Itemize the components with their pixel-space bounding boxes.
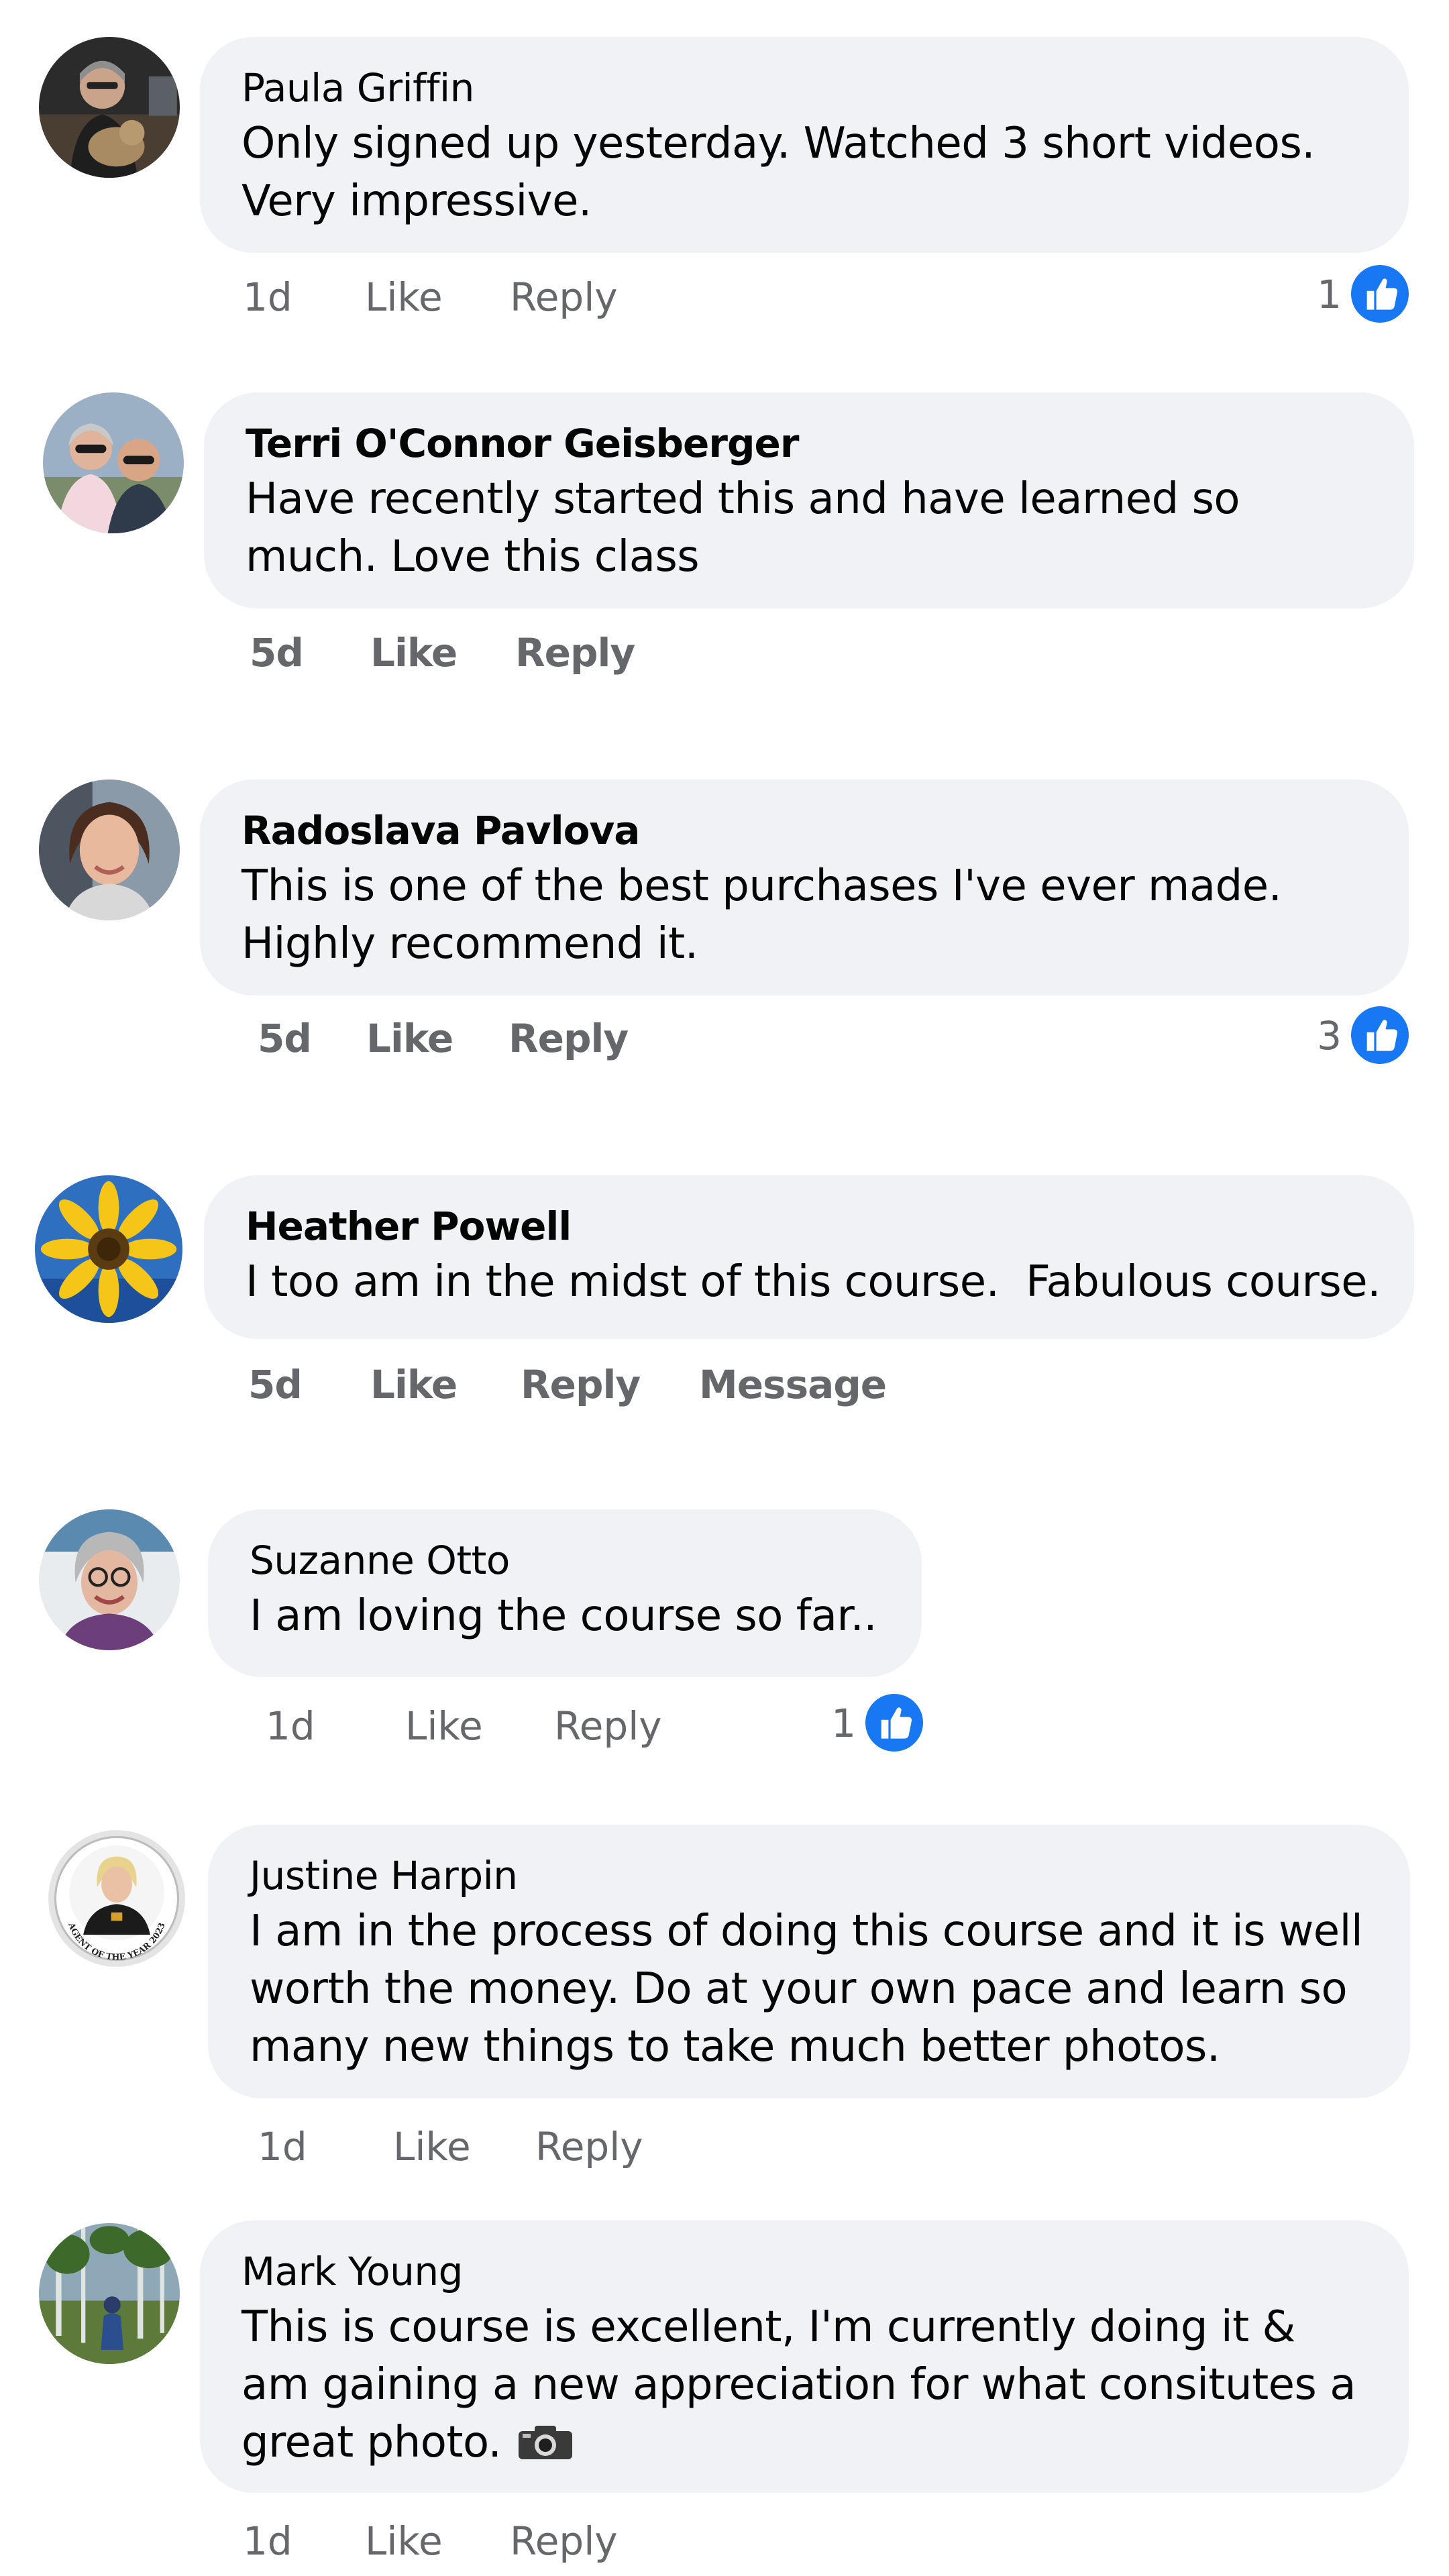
person-with-dog-avatar-icon [39, 37, 180, 178]
reply-button[interactable]: Reply [521, 1358, 641, 1411]
avatar[interactable]: AGENT OF THE YEAR 2023 [47, 1829, 186, 1968]
comment-actions: 1d Like Reply [258, 2120, 727, 2174]
comment-author[interactable]: Paula Griffin [241, 61, 1368, 115]
reaction-count: 1 [831, 1701, 856, 1746]
woman-glasses-avatar-icon [39, 1509, 180, 1650]
comment-text: Only signed up yesterday. Watched 3 shor… [241, 119, 1316, 226]
like-button[interactable]: Like [405, 1699, 483, 1753]
avatar[interactable] [39, 37, 180, 178]
comment-author[interactable]: Heather Powell [246, 1199, 1374, 1253]
reply-button[interactable]: Reply [515, 626, 635, 680]
comment-actions: 5d Like Reply [250, 626, 652, 680]
avatar[interactable] [39, 2223, 180, 2364]
like-button[interactable]: Like [366, 1012, 453, 1065]
comment-text: I am loving the course so far.. [250, 1591, 877, 1641]
comment-actions: 1d Like Reply [266, 1699, 735, 1753]
comment-author[interactable]: Terri O'Connor Geisberger [246, 417, 1374, 470]
like-reaction-icon [1351, 1006, 1409, 1064]
like-button[interactable]: Like [393, 2120, 471, 2174]
comment-actions: 5d Like Reply Message [248, 1358, 919, 1411]
avatar[interactable] [43, 392, 184, 533]
reaction-summary[interactable]: 3 [1275, 1006, 1409, 1067]
message-button[interactable]: Message [699, 1358, 887, 1411]
comment-time[interactable]: 5d [248, 1358, 303, 1411]
reaction-count: 3 [1317, 1013, 1342, 1059]
reaction-count: 1 [1317, 272, 1342, 317]
reaction-summary[interactable]: 1 [1275, 265, 1409, 325]
comment-text: Have recently started this and have lear… [246, 474, 1240, 582]
comment-text: I am in the process of doing this course… [250, 1907, 1363, 2072]
comment-time[interactable]: 1d [266, 1699, 315, 1753]
comment-bubble: Suzanne Otto I am loving the course so f… [208, 1509, 922, 1677]
reply-button[interactable]: Reply [508, 1012, 629, 1065]
like-reaction-icon [1351, 265, 1409, 323]
comment-time[interactable]: 1d [258, 2120, 307, 2174]
reply-button[interactable]: Reply [510, 270, 618, 324]
comment-bubble: Terri O'Connor Geisberger Have recently … [204, 392, 1414, 608]
like-reaction-icon [865, 1694, 923, 1752]
comment-actions: 1d Like Reply [243, 270, 645, 324]
avatar[interactable] [39, 1509, 180, 1650]
comments-feed: Paula Griffin Only signed up yesterday. … [0, 0, 1449, 2576]
comment-time[interactable]: 5d [258, 1012, 312, 1065]
reaction-summary[interactable]: 1 [789, 1694, 923, 1754]
like-button[interactable]: Like [365, 2514, 443, 2568]
comment-text: This is one of the best purchases I've e… [241, 861, 1282, 969]
comment-author[interactable]: Radoslava Pavlova [241, 804, 1368, 857]
comment-bubble: Mark Young This is course is excellent, … [200, 2220, 1409, 2493]
woman-portrait-avatar-icon [39, 780, 180, 920]
comment-text-body: This is course is excellent, I'm current… [241, 2302, 1356, 2467]
comment-time[interactable]: 1d [243, 270, 292, 324]
avatar[interactable] [35, 1175, 182, 1323]
reply-button[interactable]: Reply [554, 1699, 662, 1753]
comment-author[interactable]: Mark Young [241, 2245, 1368, 2298]
agent-of-the-year-badge-avatar-icon: AGENT OF THE YEAR 2023 [48, 1830, 185, 1967]
avatar[interactable] [39, 780, 180, 920]
comment-time[interactable]: 5d [250, 626, 304, 680]
comment-text: This is course is excellent, I'm current… [241, 2298, 1368, 2475]
like-button[interactable]: Like [370, 626, 458, 680]
comment-author[interactable]: Justine Harpin [250, 1849, 1370, 1902]
sunflower-avatar-icon [35, 1175, 182, 1323]
comment-bubble: Justine Harpin I am in the process of do… [208, 1825, 1410, 2098]
comment-text: I too am in the midst of this course. Fa… [246, 1257, 1381, 1307]
like-button[interactable]: Like [365, 270, 443, 324]
comment-time[interactable]: 1d [243, 2514, 292, 2568]
comment-author[interactable]: Suzanne Otto [250, 1534, 881, 1587]
reply-button[interactable]: Reply [535, 2120, 643, 2174]
camera-emoji-icon [517, 2418, 574, 2475]
comment-bubble: Heather Powell I too am in the midst of … [204, 1175, 1414, 1339]
comment-bubble: Paula Griffin Only signed up yesterday. … [200, 37, 1409, 253]
like-button[interactable]: Like [370, 1358, 458, 1411]
couple-avatar-icon [43, 392, 184, 533]
reply-button[interactable]: Reply [510, 2514, 618, 2568]
forest-avatar-icon [39, 2223, 180, 2364]
comment-bubble: Radoslava Pavlova This is one of the bes… [200, 780, 1409, 996]
comment-actions: 5d Like Reply [258, 1012, 660, 1065]
comment-actions: 1d Like Reply [243, 2514, 712, 2568]
